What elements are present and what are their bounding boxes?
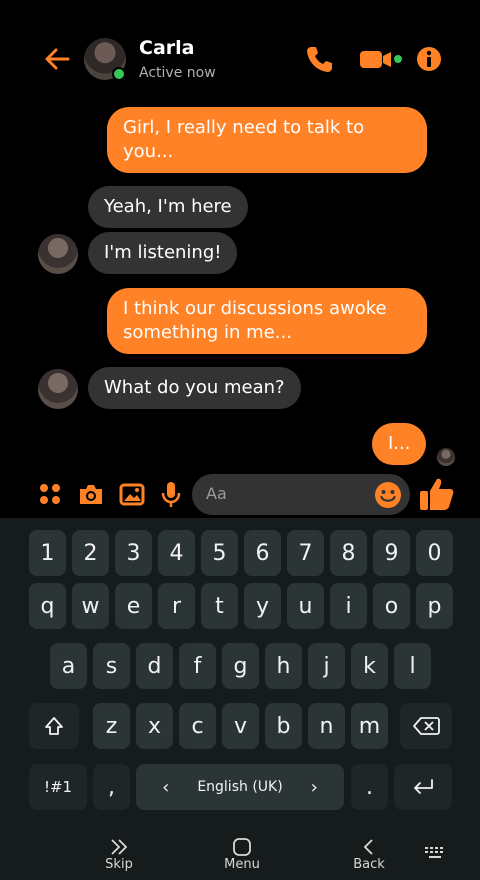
key-f[interactable]: f xyxy=(179,643,216,689)
nav-menu[interactable]: Menu xyxy=(207,838,277,872)
key-s[interactable]: s xyxy=(93,643,130,689)
language-right-icon[interactable]: › xyxy=(311,777,318,798)
chat-header: Carla Active now xyxy=(0,0,480,100)
contact-name[interactable]: Carla xyxy=(139,37,194,59)
key-e[interactable]: e xyxy=(115,583,152,629)
key-2[interactable]: 2 xyxy=(72,530,109,576)
spacebar-language[interactable]: ‹ English (UK) › xyxy=(136,764,344,810)
skip-icon xyxy=(111,839,128,855)
nav-skip[interactable]: Skip xyxy=(84,838,154,872)
shift-key[interactable] xyxy=(29,703,79,749)
video-icon[interactable] xyxy=(358,44,404,74)
mic-icon[interactable] xyxy=(157,480,185,508)
nav-back[interactable]: Back xyxy=(334,838,404,872)
enter-icon xyxy=(414,779,433,794)
key-r[interactable]: r xyxy=(158,583,195,629)
message-input[interactable]: Aa xyxy=(192,474,410,515)
key-j[interactable]: j xyxy=(308,643,345,689)
nav-back-label: Back xyxy=(353,857,385,872)
key-a[interactable]: a xyxy=(50,643,87,689)
language-label: English (UK) xyxy=(197,779,283,795)
contact-avatar-small xyxy=(38,234,78,274)
key-t[interactable]: t xyxy=(201,583,238,629)
message-received[interactable]: I'm listening! xyxy=(88,232,238,274)
key-p[interactable]: p xyxy=(416,583,453,629)
info-icon[interactable] xyxy=(416,44,442,74)
key-3[interactable]: 3 xyxy=(115,530,152,576)
key-z[interactable]: z xyxy=(93,703,130,749)
message-sent[interactable]: I... xyxy=(372,423,427,465)
backspace-key[interactable] xyxy=(400,703,452,749)
key-l[interactable]: l xyxy=(394,643,431,689)
nav-skip-label: Skip xyxy=(105,857,133,872)
key-h[interactable]: h xyxy=(265,643,302,689)
backspace-icon xyxy=(413,717,440,735)
seen-avatar xyxy=(437,448,455,466)
key-0[interactable]: 0 xyxy=(416,530,453,576)
key-m[interactable]: m xyxy=(351,703,388,749)
key-5[interactable]: 5 xyxy=(201,530,238,576)
navigation-bar: Skip Menu Back xyxy=(0,834,480,880)
gallery-icon[interactable] xyxy=(118,480,146,508)
key-i[interactable]: i xyxy=(330,583,367,629)
key-g[interactable]: g xyxy=(222,643,259,689)
key-o[interactable]: o xyxy=(373,583,410,629)
contact-avatar-small xyxy=(38,369,78,409)
key-n[interactable]: n xyxy=(308,703,345,749)
phone-icon[interactable] xyxy=(304,44,334,74)
message-sent[interactable]: I think our discussions awoke something … xyxy=(107,288,427,354)
active-status: Active now xyxy=(139,65,216,81)
key-8[interactable]: 8 xyxy=(330,530,367,576)
message-received[interactable]: Yeah, I'm here xyxy=(88,186,248,228)
key-b[interactable]: b xyxy=(265,703,302,749)
back-icon xyxy=(363,839,373,855)
message-received[interactable]: What do you mean? xyxy=(88,367,301,409)
key-q[interactable]: q xyxy=(29,583,66,629)
key-v[interactable]: v xyxy=(222,703,259,749)
apps-icon[interactable] xyxy=(36,480,64,508)
key-6[interactable]: 6 xyxy=(244,530,281,576)
period-key[interactable]: . xyxy=(351,764,388,810)
comma-key[interactable]: , xyxy=(93,764,130,810)
key-x[interactable]: x xyxy=(136,703,173,749)
home-icon xyxy=(233,838,251,856)
emoji-icon[interactable] xyxy=(374,481,402,509)
symbols-key[interactable]: !#1 xyxy=(29,764,87,810)
language-left-icon[interactable]: ‹ xyxy=(162,777,169,798)
key-4[interactable]: 4 xyxy=(158,530,195,576)
enter-key[interactable] xyxy=(394,764,452,810)
input-placeholder: Aa xyxy=(206,484,227,503)
back-arrow-icon[interactable] xyxy=(42,44,72,74)
key-w[interactable]: w xyxy=(72,583,109,629)
key-u[interactable]: u xyxy=(287,583,324,629)
nav-menu-label: Menu xyxy=(224,857,260,872)
key-9[interactable]: 9 xyxy=(373,530,410,576)
key-y[interactable]: y xyxy=(244,583,281,629)
online-indicator xyxy=(112,67,126,81)
camera-icon[interactable] xyxy=(77,480,105,508)
key-d[interactable]: d xyxy=(136,643,173,689)
thumbs-up-icon[interactable] xyxy=(418,476,456,512)
key-c[interactable]: c xyxy=(179,703,216,749)
keyboard: 1 2 3 4 5 6 7 8 9 0 q w e r t y u i o p … xyxy=(0,518,480,834)
key-7[interactable]: 7 xyxy=(287,530,324,576)
message-sent[interactable]: Girl, I really need to talk to you... xyxy=(107,107,427,173)
key-1[interactable]: 1 xyxy=(29,530,66,576)
key-k[interactable]: k xyxy=(351,643,388,689)
keyboard-hide-icon[interactable] xyxy=(424,846,446,860)
shift-icon xyxy=(45,717,63,735)
